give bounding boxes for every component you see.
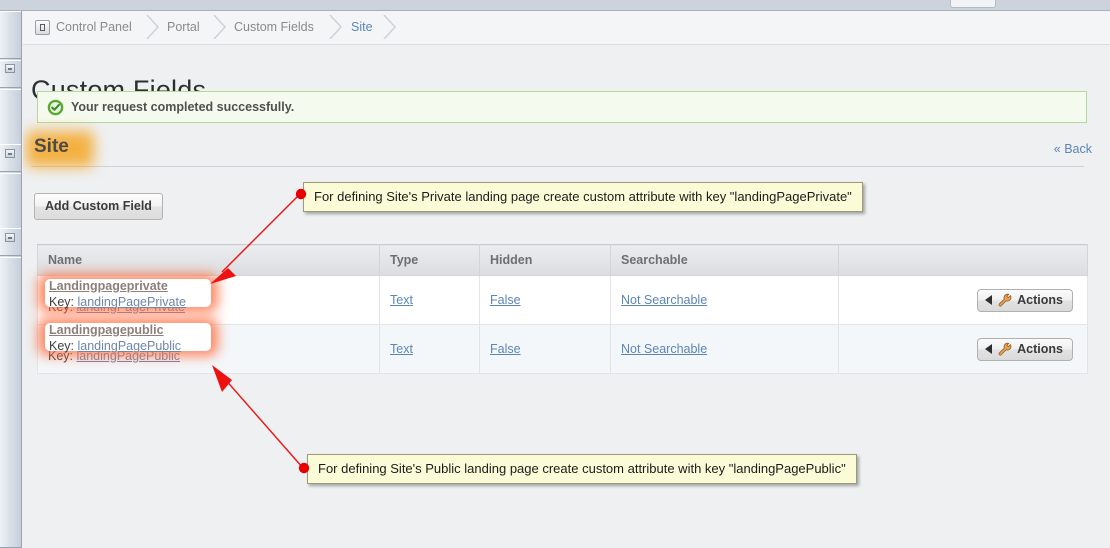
field-key-link[interactable]: landingPagePublic	[78, 339, 182, 353]
sidebar-panel-icon-4[interactable]	[5, 149, 15, 158]
breadcrumb-item-custom-fields[interactable]: Custom Fields	[234, 20, 314, 34]
callout-public: For defining Site's Public landing page …	[307, 454, 857, 484]
column-header-name[interactable]: Name	[37, 244, 380, 276]
browser-tab-stub[interactable]	[950, 0, 996, 8]
cell-hidden: False	[479, 324, 611, 374]
triangle-left-icon	[985, 343, 993, 354]
triangle-left-icon	[985, 294, 993, 305]
row-highlight-private-text: Landingpageprivate Key: landingPagePriva…	[49, 279, 186, 311]
field-key-link[interactable]: landingPagePrivate	[78, 295, 186, 309]
actions-button[interactable]: Actions	[977, 337, 1073, 361]
sidebar-panel-icon-2[interactable]	[5, 64, 15, 73]
table-header-row: Name Type Hidden Searchable	[37, 244, 1088, 276]
column-header-actions	[838, 244, 1088, 276]
table-row: Landingpagepublic Key: landingPagePublic…	[37, 324, 1088, 374]
actions-button-label: Actions	[1017, 341, 1063, 356]
browser-chrome-bar	[0, 0, 1110, 11]
field-type-link[interactable]: Text	[390, 342, 413, 356]
control-panel-icon	[35, 20, 50, 35]
field-hidden-link[interactable]: False	[490, 293, 521, 307]
field-key-label: Key:	[49, 339, 75, 353]
sidebar-segment-5[interactable]	[0, 173, 21, 229]
breadcrumb-item-portal[interactable]: Portal	[167, 20, 200, 34]
cell-hidden: False	[479, 275, 611, 325]
success-message-text: Your request completed successfully.	[71, 100, 295, 114]
breadcrumb-separator-4	[383, 15, 397, 39]
row-highlight-public-text: Landingpagepublic Key: landingPagePublic	[49, 323, 181, 355]
field-type-link[interactable]: Text	[390, 293, 413, 307]
actions-button[interactable]: Actions	[977, 288, 1073, 312]
cell-type: Text	[379, 324, 480, 374]
breadcrumb-separator-2	[213, 15, 227, 39]
sidebar-segment-3[interactable]	[0, 89, 21, 145]
cell-actions: Actions	[838, 275, 1088, 325]
field-hidden-link[interactable]: False	[490, 342, 521, 356]
sidebar-segment-1[interactable]	[0, 11, 21, 59]
wrench-icon	[997, 293, 1012, 307]
sidebar-panel-icon-6[interactable]	[5, 233, 15, 242]
cell-searchable: Not Searchable	[610, 324, 839, 374]
breadcrumb: Control Panel Portal Custom Fields Site	[23, 11, 1110, 45]
cell-searchable: Not Searchable	[610, 275, 839, 325]
breadcrumb-separator-1	[146, 15, 160, 39]
check-circle-icon	[47, 99, 64, 116]
actions-button-label: Actions	[1017, 292, 1063, 307]
wrench-icon	[997, 342, 1012, 356]
cell-actions: Actions	[838, 324, 1088, 374]
field-searchable-link[interactable]: Not Searchable	[621, 293, 707, 307]
field-name-link[interactable]: Landingpageprivate	[49, 279, 186, 294]
column-header-searchable[interactable]: Searchable	[610, 244, 839, 276]
sidebar-segment-7[interactable]	[0, 257, 21, 548]
field-key-line: Key: landingPagePublic	[49, 338, 181, 355]
field-name-link[interactable]: Landingpagepublic	[49, 323, 181, 338]
breadcrumb-item-site[interactable]: Site	[351, 20, 373, 34]
field-key-line: Key: landingPagePrivate	[49, 294, 186, 311]
section-divider	[31, 137, 1084, 167]
add-custom-field-button[interactable]: Add Custom Field	[34, 193, 163, 220]
section-heading: Site	[34, 136, 69, 157]
cell-type: Text	[379, 275, 480, 325]
table-row: Landingpageprivate Key: landingPagePriva…	[37, 275, 1088, 325]
column-header-type[interactable]: Type	[379, 244, 480, 276]
collapsed-sidebar[interactable]	[0, 11, 22, 548]
breadcrumb-item-control-panel[interactable]: Control Panel	[56, 20, 132, 34]
custom-fields-table: Name Type Hidden Searchable Landingpagep…	[37, 244, 1088, 374]
breadcrumb-separator-3	[329, 15, 343, 39]
callout-private: For defining Site's Private landing page…	[303, 182, 863, 212]
column-header-hidden[interactable]: Hidden	[479, 244, 611, 276]
field-searchable-link[interactable]: Not Searchable	[621, 342, 707, 356]
success-message-banner: Your request completed successfully.	[37, 91, 1087, 123]
back-link[interactable]: « Back	[1054, 142, 1092, 156]
field-key-label: Key:	[49, 295, 75, 309]
